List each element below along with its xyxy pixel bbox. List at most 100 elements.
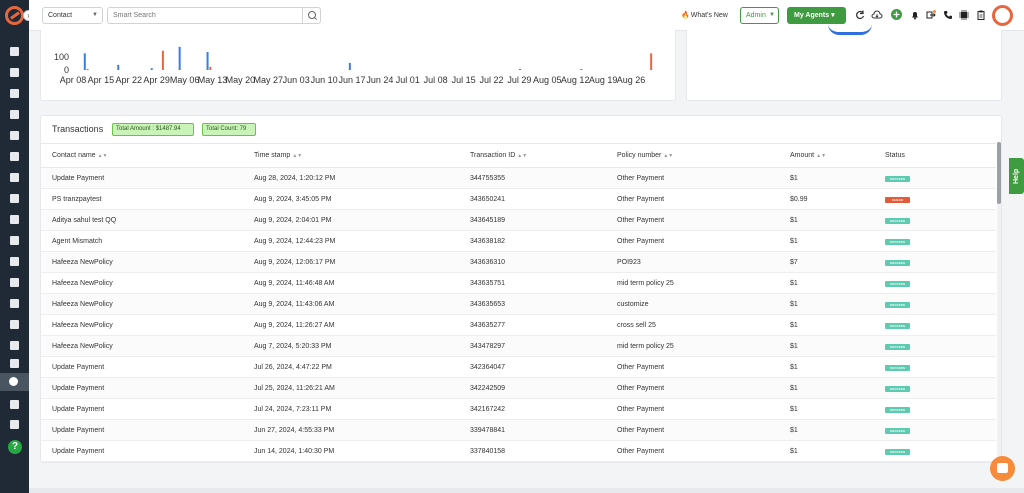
help-tab[interactable]: Help [1009, 158, 1024, 194]
smart-search-input[interactable] [107, 7, 303, 24]
sort-icon[interactable]: ▲▼ [517, 153, 527, 159]
chart-bar[interactable] [206, 52, 209, 70]
chart-bar[interactable] [650, 53, 653, 70]
sort-icon[interactable]: ▲▼ [98, 153, 108, 159]
chart-bar[interactable] [86, 68, 89, 70]
google-icon[interactable] [9, 277, 20, 288]
transaction-id-cell: 343650241 [459, 188, 606, 210]
x-tick-label: Jun 10 [311, 75, 338, 85]
trend-icon[interactable] [9, 399, 20, 410]
transaction-id-cell: 343645189 [459, 209, 606, 231]
column-header-time-stamp[interactable]: Time stamp ▲▼ [243, 143, 459, 168]
campaign-icon[interactable] [9, 193, 20, 204]
chart-bar[interactable] [83, 53, 86, 70]
contact-name-cell[interactable]: Hafeeza NewPolicy [41, 272, 243, 294]
phone-icon[interactable] [943, 10, 953, 20]
signature-icon[interactable] [9, 358, 20, 369]
contact-name-cell[interactable]: Update Payment [41, 167, 243, 189]
contact-name-cell[interactable]: Aditya sahul test QQ [41, 209, 243, 231]
cloud-download-icon[interactable] [871, 10, 883, 20]
sort-icon[interactable]: ▲▼ [663, 153, 673, 159]
status-badge: SUCCESS [885, 406, 910, 413]
contact-name-cell[interactable]: Update Payment [41, 398, 243, 420]
documents-icon[interactable] [9, 88, 20, 99]
brand-logo-icon[interactable] [5, 6, 24, 25]
analytics-icon[interactable] [9, 235, 20, 246]
total-amount-badge: Total Amount : $1487.94 [112, 123, 194, 136]
contact-name-cell[interactable]: Update Payment [41, 356, 243, 378]
table-row: Hafeeza NewPolicy Aug 7, 2024, 5:20:33 PM… [41, 335, 996, 357]
chart-bar[interactable] [580, 68, 583, 70]
status-cell: SUCCESS [874, 293, 996, 315]
list-icon[interactable] [9, 130, 20, 141]
transaction-id-cell: 344755355 [459, 167, 606, 189]
x-tick-label: Jul 15 [452, 75, 476, 85]
column-header-transaction-id[interactable]: Transaction ID ▲▼ [459, 143, 606, 168]
settings-icon[interactable] [9, 419, 20, 430]
logout-icon[interactable] [926, 10, 936, 20]
x-tick-label: Jun 03 [283, 75, 310, 85]
column-header-label: Time stamp [254, 152, 291, 159]
refresh-icon[interactable] [855, 10, 865, 20]
status-badge: SUCCESS [885, 259, 910, 266]
folder-icon[interactable] [9, 256, 20, 267]
policy-number-cell: POI923 [606, 251, 779, 273]
user-avatar[interactable] [992, 5, 1013, 26]
calendar-icon[interactable] [9, 319, 20, 330]
chart-bar[interactable] [178, 46, 181, 70]
x-tick-label: Aug 12 [561, 75, 590, 85]
dashboard-icon[interactable] [9, 46, 20, 57]
contact-name-cell[interactable]: Hafeeza NewPolicy [41, 335, 243, 357]
list-icon[interactable] [9, 214, 20, 225]
filter-icon[interactable] [9, 172, 20, 183]
status-cell: SUCCESS [874, 209, 996, 231]
chart-bar[interactable] [209, 66, 212, 70]
payments-icon[interactable] [0, 373, 29, 391]
chip-icon[interactable] [959, 10, 969, 20]
mail-icon[interactable] [9, 340, 20, 351]
amount-cell: $1 [779, 293, 874, 315]
chart-bar[interactable] [117, 64, 120, 70]
column-header-amount[interactable]: Amount ▲▼ [779, 143, 874, 168]
chart-bar[interactable] [519, 68, 522, 70]
amount-cell: $1 [779, 398, 874, 420]
contact-name-cell[interactable]: Update Payment [41, 440, 243, 462]
reports-icon[interactable] [9, 151, 20, 162]
chart-bar[interactable] [150, 68, 153, 70]
help-icon[interactable]: ? [8, 440, 22, 454]
contact-name-cell[interactable]: Update Payment [41, 377, 243, 399]
add-icon[interactable] [891, 9, 902, 20]
transactions-title: Transactions [52, 124, 104, 134]
contact-name-cell[interactable]: PS tranzpaytest [41, 188, 243, 210]
contact-name-cell[interactable]: Hafeeza NewPolicy [41, 314, 243, 336]
transaction-id-cell: 342167242 [459, 398, 606, 420]
search-icon[interactable] [302, 7, 321, 24]
horizontal-scrollbar[interactable] [29, 488, 1024, 493]
my-agents-button[interactable]: My Agents ▾ [787, 7, 846, 24]
column-header-contact-name[interactable]: Contact name ▲▼ [41, 143, 243, 168]
y-tick-label: 0 [64, 65, 69, 75]
role-select[interactable]: Admin ▼ [740, 7, 779, 24]
policy-number-cell: Other Payment [606, 188, 779, 210]
sort-icon[interactable]: ▲▼ [292, 153, 302, 159]
contact-name-cell[interactable]: Hafeeza NewPolicy [41, 251, 243, 273]
contacts-icon[interactable] [9, 67, 20, 78]
search-scope-select[interactable]: Contact ▼ [42, 7, 103, 24]
bell-icon[interactable] [910, 10, 920, 20]
table-scrollbar-thumb[interactable] [997, 142, 1001, 204]
list-icon[interactable] [9, 109, 20, 120]
contact-name-cell[interactable]: Update Payment [41, 419, 243, 441]
status-badge: SUCCESS [885, 301, 910, 308]
contact-name-cell[interactable]: Hafeeza NewPolicy [41, 293, 243, 315]
documents-icon[interactable] [9, 298, 20, 309]
chart-bar[interactable] [348, 62, 351, 70]
chart-bar[interactable] [161, 50, 164, 70]
chat-bubble-icon[interactable] [990, 456, 1015, 481]
status-badge: SUCCESS [885, 427, 910, 434]
whats-new-link[interactable]: 🔥What's New [681, 11, 728, 19]
column-header-label: Policy number [617, 152, 662, 159]
sort-icon[interactable]: ▲▼ [816, 153, 826, 159]
column-header-policy-number[interactable]: Policy number ▲▼ [606, 143, 779, 168]
contact-name-cell[interactable]: Agent Mismatch [41, 230, 243, 252]
clipboard-icon[interactable] [976, 10, 986, 20]
